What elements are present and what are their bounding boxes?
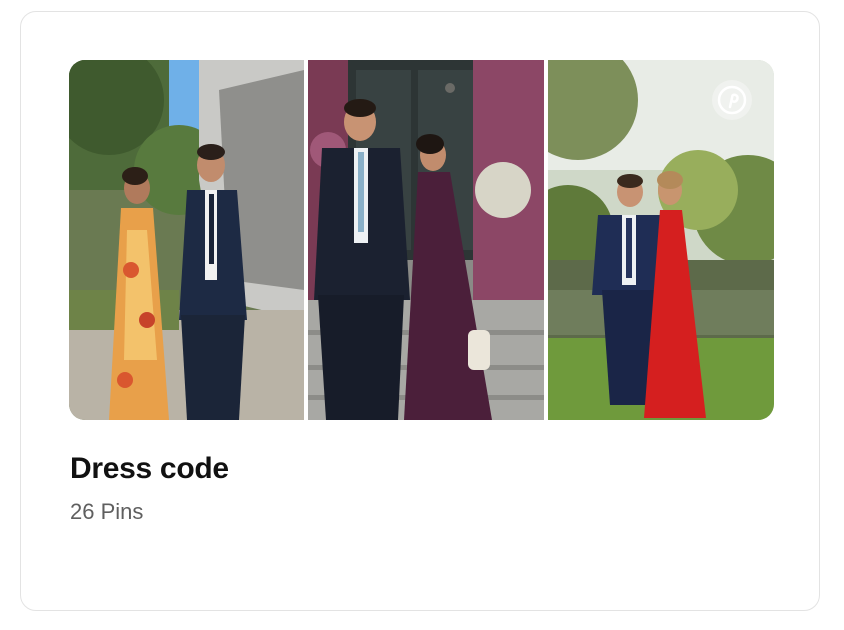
- cover-photo-3: [548, 60, 774, 420]
- pin-count: 26 Pins: [70, 499, 144, 524]
- cover-photo-1: [69, 60, 304, 420]
- cover-photo-2: [308, 60, 544, 420]
- board-title[interactable]: Dress code: [70, 452, 229, 486]
- board-card[interactable]: Dress code 26 Pins: [20, 11, 820, 611]
- board-cover-collage[interactable]: [69, 60, 774, 420]
- pinterest-logo-icon[interactable]: [712, 80, 752, 120]
